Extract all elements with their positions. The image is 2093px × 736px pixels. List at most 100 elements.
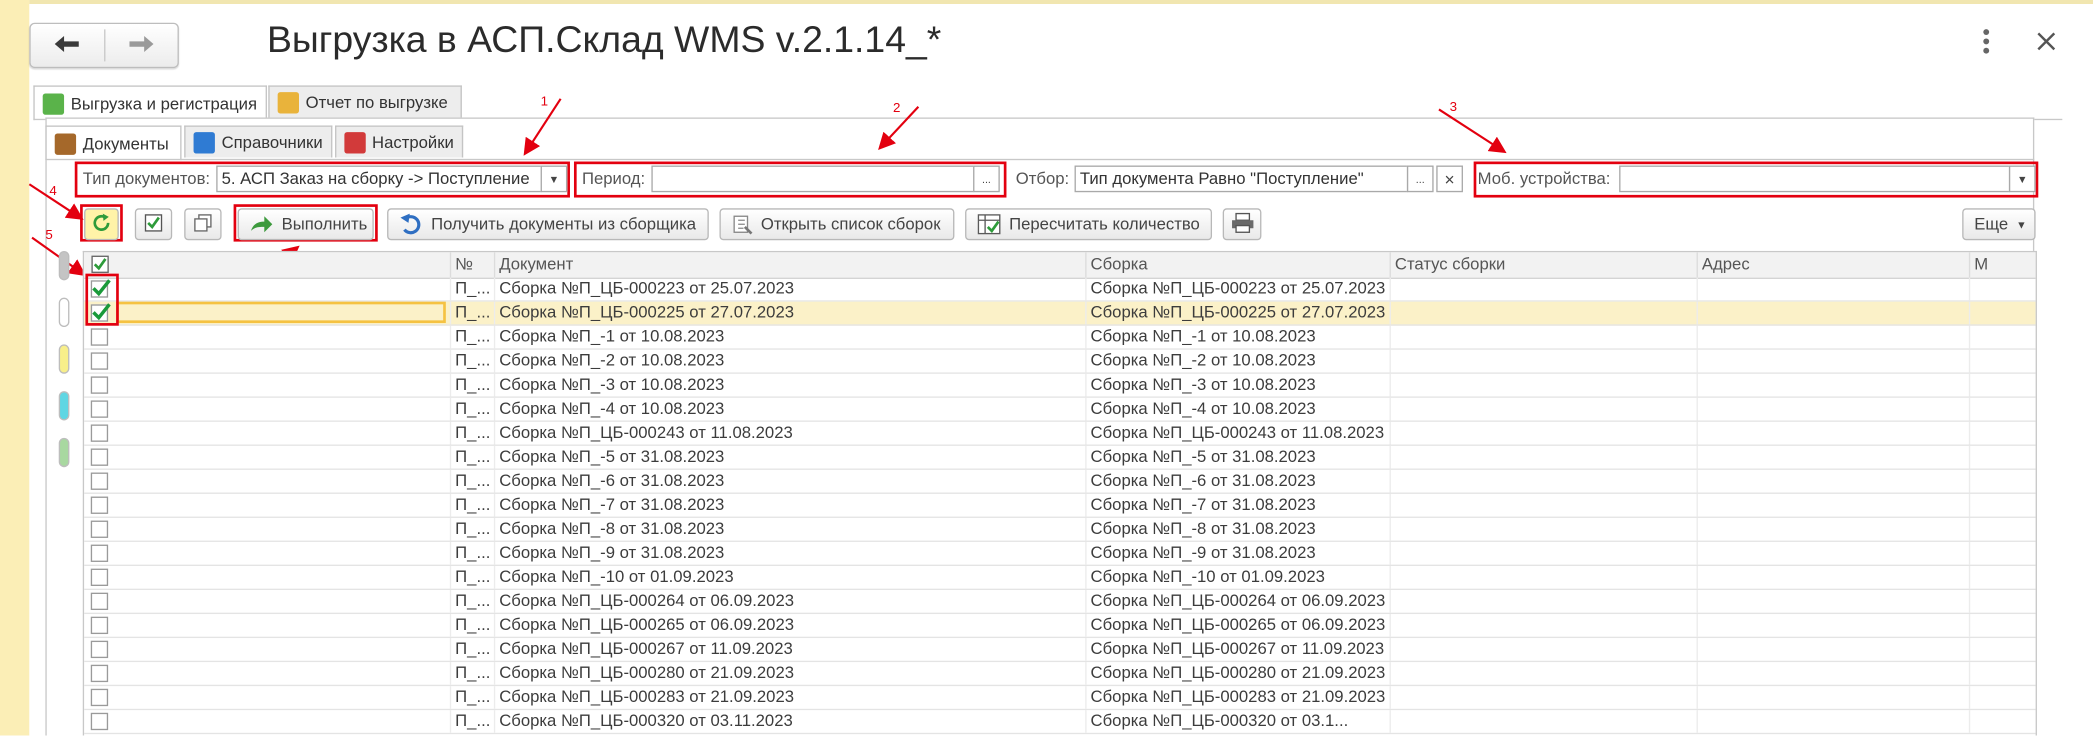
cell-address: [1696, 373, 1969, 397]
table-row[interactable]: П_... Сборка №П_-4 от 10.08.2023 Сборка №П…: [84, 397, 2036, 422]
cell-assembly: Сборка №П_-2 от 10.08.2023: [1085, 349, 1389, 373]
cell-address: [1696, 493, 1969, 517]
cell-status: [1389, 397, 1697, 421]
row-checkbox[interactable]: [90, 448, 109, 466]
table-row[interactable]: П_... Сборка №П_ЦБ-000267 от 11.09.2023 Сб…: [84, 638, 2036, 663]
cell-address: [1696, 710, 1969, 733]
cell-document: Сборка №П_ЦБ-000225 от 27.07.2023: [493, 301, 1085, 325]
table-row[interactable]: П_... Сборка №П_ЦБ-000320 от 03.11.2023 Сб…: [84, 710, 2036, 735]
table-row[interactable]: П_... Сборка №П_-10 от 01.09.2023 Сборка №…: [84, 565, 2036, 590]
cell-number: П_...: [449, 517, 494, 541]
cell-m: [1968, 517, 2036, 541]
row-checkbox[interactable]: [90, 616, 109, 635]
cell-assembly: Сборка №П_ЦБ-000280 от 21.09.2023: [1085, 662, 1389, 685]
cell-m: [1968, 589, 2036, 613]
current-cell[interactable]: [116, 301, 446, 324]
header-status[interactable]: Статус сборки: [1389, 252, 1697, 278]
cell-number: П_...: [449, 421, 494, 445]
marker-yellow[interactable]: [58, 344, 70, 374]
marker-green[interactable]: [58, 437, 70, 468]
cell-assembly: Сборка №П_ЦБ-000265 от 06.09.2023: [1085, 614, 1389, 637]
cell-number: П_...: [449, 373, 494, 397]
table-row[interactable]: П_... Сборка №П_ЦБ-000265 от 06.09.2023 Сб…: [84, 614, 2036, 639]
cell-number: П_...: [449, 541, 494, 565]
cell-address: [1696, 541, 1969, 565]
table-row[interactable]: П_... Сборка №П_-2 от 10.08.2023 Сборка №П…: [84, 349, 2036, 374]
cell-m: [1968, 301, 2036, 325]
header-document[interactable]: Документ: [493, 252, 1085, 278]
cell-document: Сборка №П_-6 от 31.08.2023: [493, 469, 1085, 493]
cell-number: П_...: [449, 469, 494, 493]
cell-m: [1968, 445, 2036, 469]
row-checkbox[interactable]: [90, 688, 109, 707]
cell-assembly: Сборка №П_ЦБ-000320 от 03.1...: [1085, 710, 1389, 733]
header-assembly[interactable]: Сборка: [1085, 252, 1389, 278]
table-row[interactable]: П_... Сборка №П_-6 от 31.08.2023 Сборка №П…: [84, 469, 2036, 494]
row-checkbox[interactable]: [90, 400, 109, 418]
row-checkbox[interactable]: [90, 352, 109, 370]
table-row[interactable]: П_... Сборка №П_-1 от 10.08.2023 Сборка №П…: [84, 325, 2036, 350]
cell-document: Сборка №П_-10 от 01.09.2023: [493, 565, 1085, 589]
cell-document: Сборка №П_ЦБ-000280 от 21.09.2023: [493, 662, 1085, 685]
cell-assembly: Сборка №П_-10 от 01.09.2023: [1085, 565, 1389, 589]
table-row[interactable]: П_... Сборка №П_-3 от 10.08.2023 Сборка №П…: [84, 373, 2036, 398]
table-row[interactable]: П_... Сборка №П_ЦБ-000243 от 11.08.2023 Сб…: [84, 421, 2036, 446]
cell-number: П_...: [449, 301, 494, 325]
marker-gray[interactable]: [58, 250, 70, 281]
cell-document: Сборка №П_-9 от 31.08.2023: [493, 541, 1085, 565]
table-row[interactable]: П_... Сборка №П_ЦБ-000225 от 27.07.2023 Сб…: [84, 301, 2036, 326]
cell-status: [1389, 349, 1697, 373]
table-row[interactable]: П_... Сборка №П_ЦБ-000264 от 06.09.2023 Сб…: [84, 589, 2036, 615]
row-checkbox[interactable]: [90, 496, 109, 514]
table-row[interactable]: П_... Сборка №П_-8 от 31.08.2023 Сборка №П…: [84, 517, 2036, 542]
cell-m: [1968, 686, 2036, 709]
table-row[interactable]: П_... Сборка №П_ЦБ-000223 от 25.07.2023 Сб…: [84, 277, 2036, 302]
row-checkbox[interactable]: [90, 712, 109, 731]
cell-document: Сборка №П_-4 от 10.08.2023: [493, 397, 1085, 421]
cell-m: [1968, 493, 2036, 517]
row-checkbox[interactable]: [90, 376, 109, 394]
cell-address: [1696, 686, 1969, 709]
cell-status: [1389, 373, 1697, 397]
marker-cyan[interactable]: [58, 391, 70, 421]
row-checkbox[interactable]: [90, 520, 109, 538]
table-row[interactable]: П_... Сборка №П_-9 от 31.08.2023 Сборка №П…: [84, 541, 2036, 566]
table-row[interactable]: П_... Сборка №П_ЦБ-000280 от 21.09.2023 Сб…: [84, 662, 2036, 687]
row-checkbox[interactable]: [90, 640, 109, 659]
cell-assembly: Сборка №П_ЦБ-000223 от 25.07.2023: [1085, 277, 1389, 301]
header-m[interactable]: М: [1968, 252, 2036, 278]
marker-white[interactable]: [58, 297, 70, 328]
cell-status: [1389, 493, 1697, 517]
cell-document: Сборка №П_-1 от 10.08.2023: [493, 325, 1085, 349]
row-checkbox[interactable]: [90, 328, 109, 346]
cell-assembly: Сборка №П_-5 от 31.08.2023: [1085, 445, 1389, 469]
row-checkbox[interactable]: [90, 568, 109, 586]
row-checkbox[interactable]: [90, 592, 109, 611]
cell-number: П_...: [449, 565, 494, 589]
cell-status: [1389, 517, 1697, 541]
header-check[interactable]: [84, 252, 450, 277]
table-row[interactable]: П_... Сборка №П_-7 от 31.08.2023 Сборка №П…: [84, 493, 2036, 518]
cell-assembly: Сборка №П_-6 от 31.08.2023: [1085, 469, 1389, 493]
cell-address: [1696, 397, 1969, 421]
header-address[interactable]: Адрес: [1696, 252, 1969, 278]
cell-document: Сборка №П_ЦБ-000267 от 11.09.2023: [493, 638, 1085, 661]
cell-m: [1968, 662, 2036, 685]
header-number[interactable]: №: [449, 252, 494, 278]
row-checkbox[interactable]: [90, 472, 109, 490]
row-checkbox[interactable]: [90, 664, 109, 683]
cell-number: П_...: [449, 638, 494, 661]
cell-status: [1389, 710, 1697, 733]
table-row[interactable]: П_... Сборка №П_-5 от 31.08.2023 Сборка №П…: [84, 445, 2036, 470]
row-checkbox[interactable]: [90, 424, 109, 442]
table-row[interactable]: П_... Сборка №П_ЦБ-000283 от 21.09.2023 Сб…: [84, 686, 2036, 711]
cell-number: П_...: [449, 325, 494, 349]
row-checkbox[interactable]: [90, 544, 109, 562]
cell-assembly: Сборка №П_-4 от 10.08.2023: [1085, 397, 1389, 421]
cell-number: П_...: [449, 710, 494, 733]
cell-number: П_...: [449, 349, 494, 373]
cell-number: П_...: [449, 589, 494, 613]
cell-assembly: Сборка №П_ЦБ-000283 от 21.09.2023: [1085, 686, 1389, 709]
cell-address: [1696, 638, 1969, 661]
cell-number: П_...: [449, 397, 494, 421]
